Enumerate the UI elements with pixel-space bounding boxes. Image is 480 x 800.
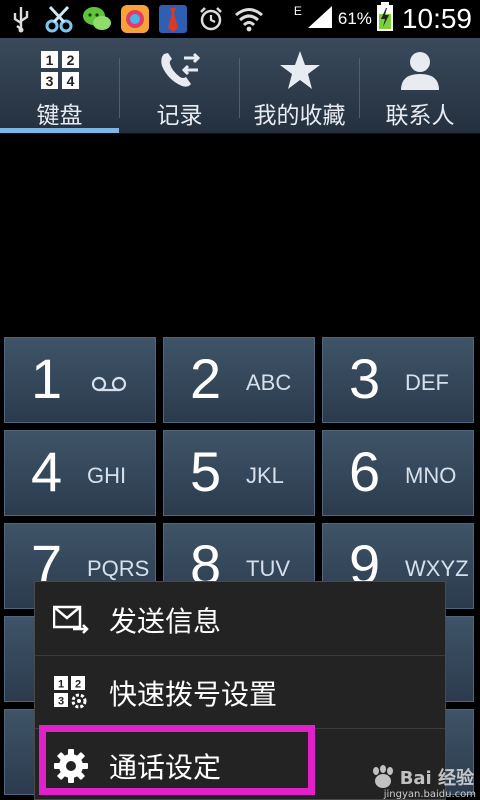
- key-1[interactable]: 1: [4, 337, 156, 423]
- message-send-icon: [53, 602, 89, 638]
- tab-favorites[interactable]: 我的收藏: [240, 38, 359, 134]
- network-type: E: [293, 4, 302, 18]
- watermark-text: Bai 经验: [399, 768, 474, 789]
- usb-icon: [6, 4, 36, 34]
- scissors-icon: [44, 4, 74, 34]
- key-letters: ABC: [246, 370, 292, 395]
- key-5[interactable]: 5 JKL: [163, 430, 315, 516]
- app-store-icon: [120, 4, 150, 34]
- status-indicators: E 61% 10:59: [294, 2, 472, 36]
- menu-item-send-message[interactable]: 发送信息: [35, 584, 445, 656]
- dialer-tab-bar: 1 2 3 4 键盘 记录 我的收藏 联系人: [0, 38, 480, 134]
- voicemail-icon: [91, 376, 127, 396]
- highlight-box: [39, 725, 315, 795]
- key-3[interactable]: 3 DEF: [322, 337, 474, 423]
- key-digit: 5: [190, 440, 222, 503]
- key-letters: GHI: [87, 463, 127, 488]
- key-letters: PQRS: [87, 556, 150, 581]
- svg-text:2: 2: [66, 52, 74, 68]
- tie-icon: [158, 4, 188, 34]
- star-icon: [279, 50, 321, 90]
- key-digit: 1: [31, 347, 63, 410]
- key-digit: 2: [190, 347, 222, 410]
- active-tab-indicator: [0, 128, 119, 133]
- tab-keypad[interactable]: 1 2 3 4 键盘: [0, 38, 119, 134]
- tab-call-log[interactable]: 记录: [120, 38, 239, 134]
- person-icon: [399, 50, 441, 90]
- call-log-icon: [158, 50, 202, 90]
- key-6[interactable]: 6 MNO: [322, 430, 474, 516]
- tab-contacts-label: 联系人: [385, 103, 455, 129]
- svg-text:2: 2: [75, 679, 81, 691]
- key-letters: MNO: [405, 463, 457, 488]
- key-letters: WXYZ: [405, 556, 469, 581]
- svg-text:3: 3: [58, 696, 64, 708]
- menu-divider: [35, 655, 445, 656]
- battery-percent: 61%: [337, 9, 372, 28]
- key-letters: TUV: [246, 556, 290, 581]
- key-digit: 4: [31, 440, 63, 503]
- wechat-icon: [82, 4, 112, 34]
- menu-item-label: 发送信息: [109, 605, 222, 638]
- battery-charging-icon: [376, 2, 394, 36]
- wifi-icon: [234, 4, 264, 34]
- svg-text:1: 1: [45, 52, 53, 68]
- paw-icon: [372, 765, 393, 788]
- notification-icons: [6, 4, 264, 34]
- svg-text:1: 1: [58, 679, 64, 691]
- tab-keypad-label: 键盘: [36, 103, 83, 129]
- signal-icon: [306, 4, 334, 34]
- keypad-icon: 1 2 3 4: [40, 50, 79, 90]
- tab-call-log-label: 记录: [156, 103, 203, 129]
- key-letters: DEF: [405, 370, 449, 395]
- svg-text:3: 3: [45, 73, 53, 89]
- tab-contacts[interactable]: 联系人: [360, 38, 480, 134]
- alarm-icon: [196, 4, 226, 34]
- svg-text:4: 4: [66, 73, 74, 89]
- menu-item-speed-dial[interactable]: 1 2 3 快速拨号设置: [35, 657, 445, 729]
- menu-item-label: 快速拨号设置: [109, 678, 278, 711]
- baidu-watermark: Bai 经验: [370, 764, 474, 790]
- key-4[interactable]: 4 GHI: [4, 430, 156, 516]
- key-digit: 6: [349, 440, 381, 503]
- speed-dial-settings-icon: 1 2 3: [53, 675, 89, 711]
- status-bar: E 61% 10:59: [0, 0, 480, 38]
- tab-favorites-label: 我的收藏: [253, 103, 346, 129]
- key-letters: JKL: [246, 463, 284, 488]
- watermark-url: jingyan.baidu.com: [383, 789, 476, 800]
- key-2[interactable]: 2 ABC: [163, 337, 315, 423]
- clock: 10:59: [401, 3, 472, 34]
- key-digit: 3: [349, 347, 381, 410]
